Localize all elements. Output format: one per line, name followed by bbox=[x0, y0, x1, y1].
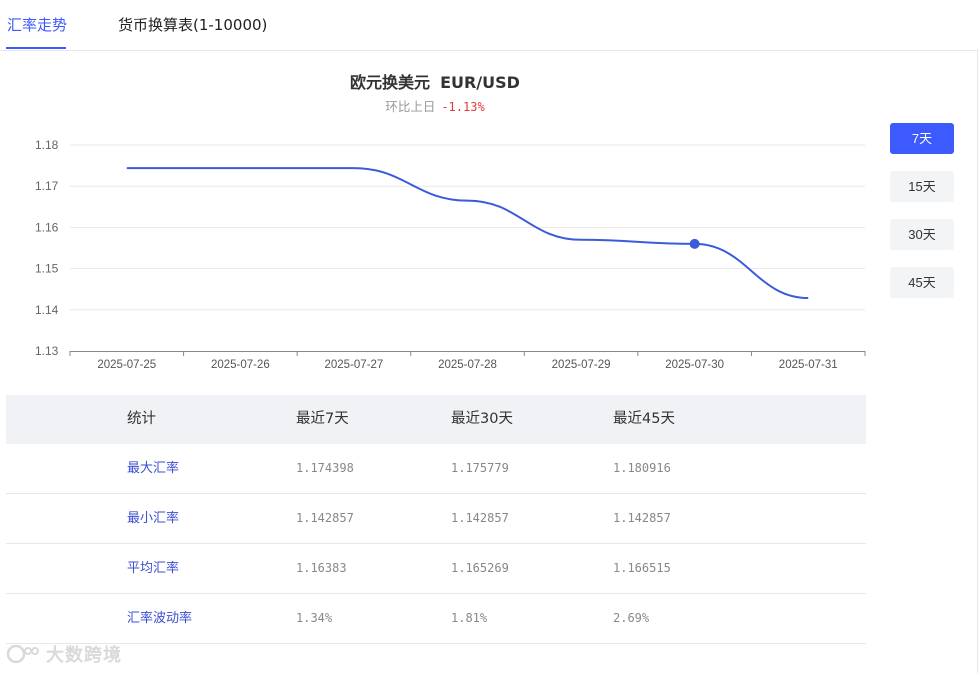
value-30-days: 1.81% bbox=[451, 611, 488, 625]
period-30-days-button[interactable]: 30天 bbox=[890, 219, 954, 250]
x-tick-label: 2025-07-27 bbox=[325, 359, 384, 371]
y-tick-label: 1.18 bbox=[35, 138, 59, 152]
tab-rate-trend[interactable]: 汇率走势 bbox=[7, 14, 67, 35]
y-axis: 1.13 1.14 1.15 1.16 1.17 1.18 bbox=[35, 138, 59, 358]
brand-logo-icon bbox=[6, 644, 39, 664]
value-30-days: 1.142857 bbox=[451, 511, 509, 525]
currency-name: 欧元换美元 bbox=[350, 73, 431, 92]
value-7-days: 1.174398 bbox=[296, 461, 354, 475]
table-row-max-rate: 最大汇率 1.174398 1.175779 1.180916 bbox=[6, 444, 866, 494]
period-7-days-button[interactable]: 7天 bbox=[890, 123, 954, 154]
series-line bbox=[126, 167, 809, 300]
y-tick-label: 1.17 bbox=[35, 179, 59, 193]
table-row-volatility: 汇率波动率 1.34% 1.81% 2.69% bbox=[6, 594, 866, 644]
value-45-days: 1.166515 bbox=[613, 561, 671, 575]
y-tick-label: 1.14 bbox=[35, 303, 59, 317]
x-tick-label: 2025-07-31 bbox=[779, 359, 838, 371]
change-label: 环比上日 bbox=[385, 99, 436, 114]
chart-title: 欧元换美元 EUR/USD bbox=[0, 69, 870, 93]
change-value: -1.13% bbox=[441, 100, 485, 114]
header-30-days: 最近30天 bbox=[451, 411, 513, 427]
value-45-days: 1.142857 bbox=[613, 511, 671, 525]
x-tick-label: 2025-07-28 bbox=[438, 359, 497, 371]
row-label: 最小汇率 bbox=[127, 511, 180, 526]
chart-series[interactable] bbox=[126, 167, 809, 300]
tab-bar: 汇率走势 货币换算表(1-10000) bbox=[0, 0, 979, 51]
active-tab-indicator bbox=[6, 47, 66, 49]
chart-grid bbox=[70, 144, 865, 311]
value-45-days: 2.69% bbox=[613, 611, 650, 625]
row-label: 平均汇率 bbox=[127, 561, 180, 576]
watermark: 大数跨境 bbox=[6, 641, 122, 667]
value-7-days: 1.16383 bbox=[296, 561, 347, 575]
currency-pair: EUR/USD bbox=[440, 73, 520, 92]
panel-divider bbox=[977, 50, 978, 673]
header-45-days: 最近45天 bbox=[613, 411, 675, 427]
row-label: 最大汇率 bbox=[127, 461, 180, 476]
table-row-min-rate: 最小汇率 1.142857 1.142857 1.142857 bbox=[6, 494, 866, 544]
tab-currency-conversion-table[interactable]: 货币换算表(1-10000) bbox=[118, 14, 267, 35]
y-tick-label: 1.15 bbox=[35, 262, 59, 276]
watermark-text: 大数跨境 bbox=[46, 645, 122, 666]
exchange-rate-line-chart: 1.131.141.151.161.171.18 2025-07-25 2025-… bbox=[35, 138, 866, 371]
row-label: 汇率波动率 bbox=[127, 611, 193, 626]
value-30-days: 1.175779 bbox=[451, 461, 509, 475]
header-stat: 统计 bbox=[127, 411, 156, 427]
value-45-days: 1.180916 bbox=[613, 461, 671, 475]
chart-subtitle: 环比上日 -1.13% bbox=[0, 96, 870, 115]
x-tick-label: 2025-07-25 bbox=[97, 359, 156, 371]
header-7-days: 最近7天 bbox=[296, 411, 349, 427]
x-tick-label: 2025-07-29 bbox=[552, 359, 611, 371]
y-tick-label: 1.13 bbox=[35, 344, 59, 358]
stats-table: 统计 最近7天 最近30天 最近45天 最大汇率 1.174398 1.1757… bbox=[6, 395, 866, 644]
period-15-days-button[interactable]: 15天 bbox=[890, 171, 954, 202]
highlighted-data-point bbox=[689, 238, 700, 249]
x-tick-label: 2025-07-30 bbox=[665, 359, 724, 371]
x-tick-label: 2025-07-26 bbox=[211, 359, 270, 371]
stats-table-header: 统计 最近7天 最近30天 最近45天 bbox=[6, 395, 866, 444]
table-row-avg-rate: 平均汇率 1.16383 1.165269 1.166515 bbox=[6, 544, 866, 594]
value-30-days: 1.165269 bbox=[451, 561, 509, 575]
period-45-days-button[interactable]: 45天 bbox=[890, 267, 954, 298]
value-7-days: 1.34% bbox=[296, 611, 333, 625]
value-7-days: 1.142857 bbox=[296, 511, 354, 525]
x-axis: 2025-07-25 2025-07-26 2025-07-27 2025-07-28… bbox=[69, 351, 866, 371]
y-tick-label: 1.16 bbox=[35, 220, 59, 234]
